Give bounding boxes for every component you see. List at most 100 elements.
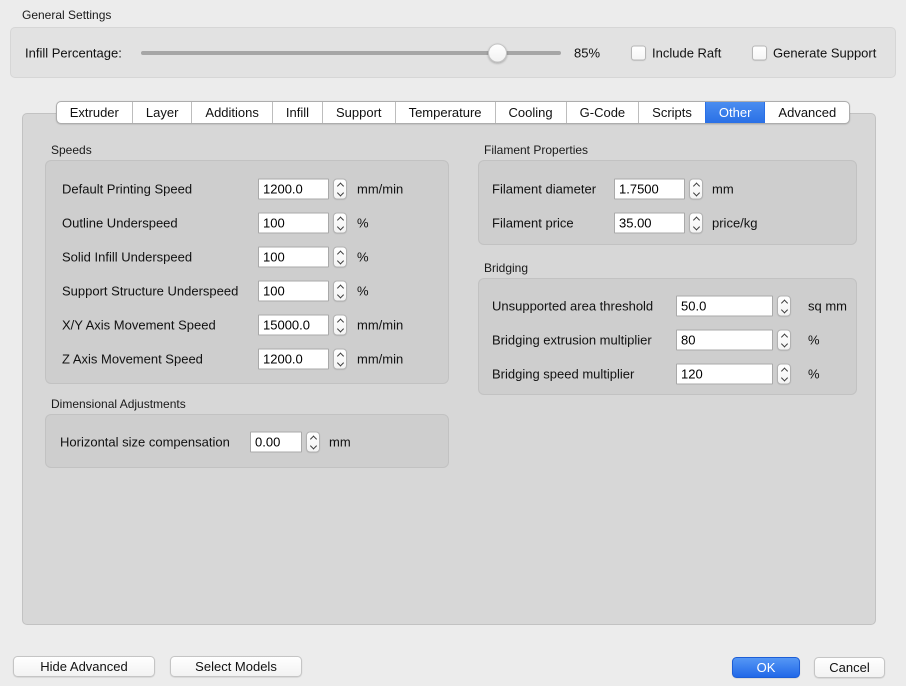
filament-properties-section: Filament Properties Filament diameter mm… [478, 143, 857, 245]
unit-label: % [357, 216, 369, 231]
stepper-down-icon[interactable] [692, 189, 699, 196]
support-structure-underspeed-label: Support Structure Underspeed [62, 284, 238, 299]
bridging-speed-multiplier-input[interactable] [676, 364, 773, 385]
stepper-down-icon[interactable] [336, 257, 343, 264]
support-structure-underspeed-stepper[interactable] [333, 281, 347, 302]
filament-properties-title: Filament Properties [484, 143, 857, 157]
z-axis-movement-speed-input[interactable] [258, 349, 329, 370]
tab-layer[interactable]: Layer [132, 102, 192, 123]
outline-underspeed-label: Outline Underspeed [62, 216, 178, 231]
solid-infill-underspeed-stepper[interactable] [333, 247, 347, 268]
setting-row: Outline Underspeed % [46, 206, 448, 240]
stepper-down-icon[interactable] [336, 325, 343, 332]
stepper-down-icon[interactable] [336, 223, 343, 230]
tab-scripts[interactable]: Scripts [638, 102, 705, 123]
xy-axis-movement-speed-input[interactable] [258, 315, 329, 336]
unit-label: mm [712, 182, 734, 197]
unit-label: mm/min [357, 352, 403, 367]
setting-row: Unsupported area threshold sq mm [479, 289, 856, 323]
include-raft-option: Include Raft [631, 45, 721, 60]
filament-price-input[interactable] [614, 213, 685, 234]
filament-diameter-stepper[interactable] [689, 179, 703, 200]
z-axis-movement-speed-stepper[interactable] [333, 349, 347, 370]
setting-row: Default Printing Speed mm/min [46, 172, 448, 206]
tab-additions[interactable]: Additions [191, 102, 271, 123]
setting-row: Solid Infill Underspeed % [46, 240, 448, 274]
tab-cooling[interactable]: Cooling [495, 102, 566, 123]
tab-bar-row: Extruder Layer Additions Infill Support … [0, 101, 906, 124]
horizontal-size-compensation-label: Horizontal size compensation [60, 435, 230, 450]
xy-axis-movement-speed-stepper[interactable] [333, 315, 347, 336]
unit-label: % [808, 367, 820, 382]
setting-row: X/Y Axis Movement Speed mm/min [46, 308, 448, 342]
default-printing-speed-stepper[interactable] [333, 179, 347, 200]
outline-underspeed-input[interactable] [258, 213, 329, 234]
filament-diameter-input[interactable] [614, 179, 685, 200]
dimensional-adjustments-title: Dimensional Adjustments [51, 397, 449, 411]
setting-row: Filament price price/kg [479, 206, 856, 240]
default-printing-speed-input[interactable] [258, 179, 329, 200]
filament-price-stepper[interactable] [689, 213, 703, 234]
unit-label: price/kg [712, 216, 758, 231]
cancel-button[interactable]: Cancel [814, 657, 885, 678]
horizontal-size-compensation-input[interactable] [250, 432, 302, 453]
unsupported-area-threshold-label: Unsupported area threshold [492, 299, 653, 314]
support-structure-underspeed-input[interactable] [258, 281, 329, 302]
solid-infill-underspeed-label: Solid Infill Underspeed [62, 250, 192, 265]
select-models-button[interactable]: Select Models [170, 656, 302, 677]
stepper-down-icon[interactable] [336, 189, 343, 196]
generate-support-option: Generate Support [752, 45, 876, 60]
unit-label: mm/min [357, 318, 403, 333]
setting-row: Bridging extrusion multiplier % [479, 323, 856, 357]
solid-infill-underspeed-input[interactable] [258, 247, 329, 268]
generate-support-checkbox[interactable] [752, 45, 767, 60]
speeds-section: Speeds Default Printing Speed mm/min Out… [45, 143, 449, 384]
setting-row: Support Structure Underspeed % [46, 274, 448, 308]
tab-temperature[interactable]: Temperature [395, 102, 495, 123]
hide-advanced-button[interactable]: Hide Advanced [13, 656, 155, 677]
process-settings-window: { "general_settings": { "title": "Genera… [0, 0, 906, 686]
xy-axis-movement-speed-label: X/Y Axis Movement Speed [62, 318, 216, 333]
filament-diameter-label: Filament diameter [492, 182, 596, 197]
tab-extruder[interactable]: Extruder [57, 102, 132, 123]
infill-percentage-value: 85% [574, 45, 600, 60]
include-raft-checkbox[interactable] [631, 45, 646, 60]
infill-percentage-slider[interactable] [141, 43, 561, 63]
bridging-title: Bridging [484, 261, 857, 275]
settings-tab-panel: Speeds Default Printing Speed mm/min Out… [22, 113, 876, 625]
tab-support[interactable]: Support [322, 102, 395, 123]
tab-other[interactable]: Other [705, 102, 765, 123]
infill-percentage-label: Infill Percentage: [25, 45, 122, 60]
stepper-down-icon[interactable] [692, 223, 699, 230]
filament-price-label: Filament price [492, 216, 574, 231]
bridging-speed-multiplier-stepper[interactable] [777, 364, 791, 385]
general-settings-group: Infill Percentage: 85% Include Raft Gene… [10, 27, 896, 78]
unsupported-area-threshold-stepper[interactable] [777, 296, 791, 317]
default-printing-speed-label: Default Printing Speed [62, 182, 192, 197]
unit-label: % [808, 333, 820, 348]
unit-label: mm/min [357, 182, 403, 197]
unit-label: % [357, 250, 369, 265]
setting-row: Bridging speed multiplier % [479, 357, 856, 391]
stepper-down-icon[interactable] [309, 442, 316, 449]
stepper-down-icon[interactable] [336, 291, 343, 298]
stepper-down-icon[interactable] [780, 374, 787, 381]
slider-thumb[interactable] [488, 43, 507, 62]
speeds-section-title: Speeds [51, 143, 449, 157]
bridging-extrusion-multiplier-stepper[interactable] [777, 330, 791, 351]
general-settings-title: General Settings [22, 8, 111, 22]
horizontal-size-compensation-stepper[interactable] [306, 432, 320, 453]
outline-underspeed-stepper[interactable] [333, 213, 347, 234]
ok-button[interactable]: OK [732, 657, 800, 678]
tab-gcode[interactable]: G-Code [566, 102, 639, 123]
dimensional-adjustments-section: Dimensional Adjustments Horizontal size … [45, 397, 449, 468]
tab-infill[interactable]: Infill [272, 102, 322, 123]
include-raft-label: Include Raft [652, 45, 721, 60]
unsupported-area-threshold-input[interactable] [676, 296, 773, 317]
stepper-down-icon[interactable] [780, 306, 787, 313]
stepper-down-icon[interactable] [336, 359, 343, 366]
bridging-speed-multiplier-label: Bridging speed multiplier [492, 367, 634, 382]
tab-advanced[interactable]: Advanced [764, 102, 849, 123]
bridging-extrusion-multiplier-input[interactable] [676, 330, 773, 351]
stepper-down-icon[interactable] [780, 340, 787, 347]
